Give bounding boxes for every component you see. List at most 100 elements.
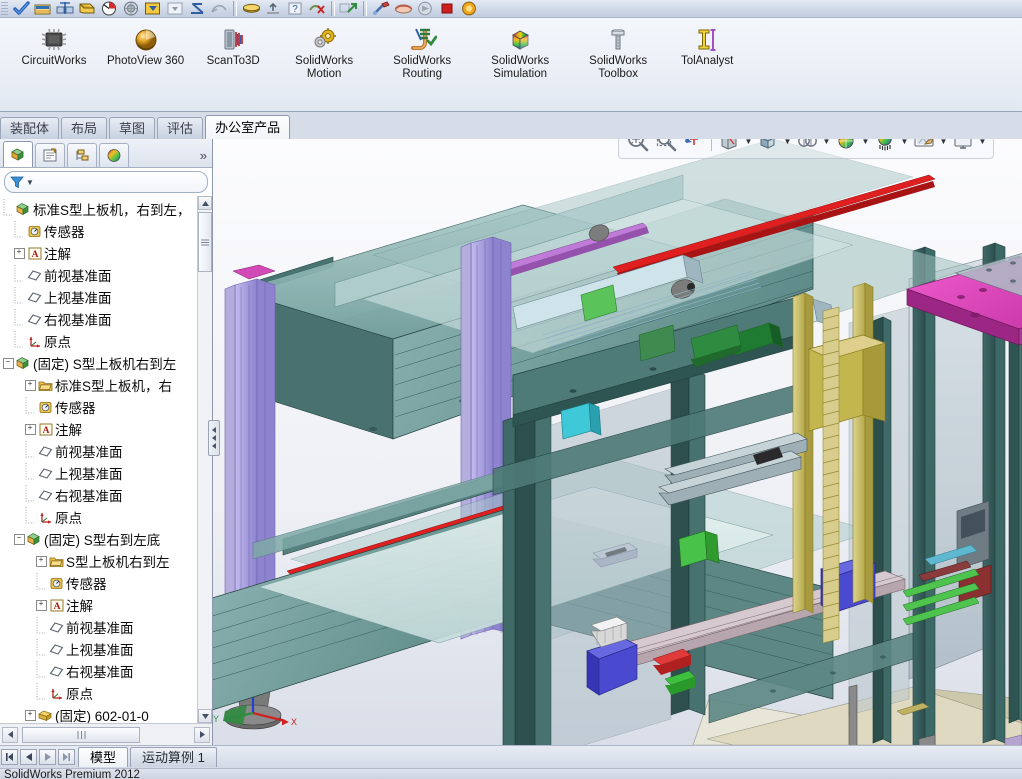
feature-tree-item[interactable]: 上视基准面: [0, 638, 198, 660]
section-view-icon[interactable]: [716, 139, 742, 154]
scene-icon[interactable]: [392, 0, 414, 17]
tab-assembly[interactable]: 装配体: [0, 117, 60, 139]
insert-component-icon[interactable]: [262, 0, 284, 17]
help-icon[interactable]: ?: [284, 0, 306, 17]
tree-hscroll-thumb[interactable]: [22, 726, 140, 743]
feature-tree[interactable]: 标准S型上板机，右到左， 传感器 + A 注解 前视基准面 上视基准面 右视基准面 原点 − (固定…: [0, 196, 198, 723]
tab-model[interactable]: 模型: [78, 747, 129, 767]
appearance-icon[interactable]: [370, 0, 392, 17]
expand-panel-chevron-icon[interactable]: »: [200, 148, 207, 163]
view-orientation-icon[interactable]: [755, 139, 781, 154]
measure-icon[interactable]: [98, 0, 120, 17]
feature-tree-item[interactable]: + A 注解: [0, 594, 198, 616]
first-page-icon[interactable]: [1, 749, 18, 765]
delete-mate-icon[interactable]: [306, 0, 328, 17]
tree-expand-toggle[interactable]: +: [13, 242, 25, 264]
tree-expand-toggle[interactable]: −: [2, 352, 14, 374]
chevron-down-icon[interactable]: ▼: [978, 139, 987, 154]
sketch-line-icon[interactable]: [186, 0, 208, 17]
addin-tolanalyst[interactable]: TolAnalyst: [671, 22, 743, 69]
hide-component-icon[interactable]: [338, 0, 360, 17]
zoom-to-fit-icon[interactable]: [625, 139, 651, 154]
feature-tree-item[interactable]: 前视基准面: [0, 264, 198, 286]
feature-tree-item[interactable]: + S型上板机右到左: [0, 550, 198, 572]
addin-solidworks-routing[interactable]: SolidWorks Routing: [377, 22, 467, 82]
toolbar-grip[interactable]: [1, 1, 8, 16]
collapse-minus-icon[interactable]: −: [13, 533, 25, 545]
addin-solidworks-motion[interactable]: SolidWorks Motion: [279, 22, 369, 82]
expand-plus-icon[interactable]: +: [24, 379, 36, 391]
property-manager-tab[interactable]: [35, 143, 65, 167]
interference-icon[interactable]: [142, 0, 164, 17]
last-page-icon[interactable]: [58, 749, 75, 765]
scroll-down-button[interactable]: [198, 709, 212, 723]
chevron-down-icon[interactable]: ▼: [744, 139, 753, 154]
expand-plus-icon[interactable]: +: [13, 247, 25, 259]
addin-solidworks-toolbox[interactable]: SolidWorks Toolbox: [573, 22, 663, 82]
feature-tree-item[interactable]: 右视基准面: [0, 308, 198, 330]
stop-record-icon[interactable]: [436, 0, 458, 17]
panel-splitter-handle[interactable]: [208, 420, 220, 456]
configuration-manager-tab[interactable]: [67, 143, 97, 167]
addin-photoview360[interactable]: PhotoView 360: [104, 22, 187, 69]
previous-page-icon[interactable]: [20, 749, 37, 765]
graphics-viewport[interactable]: Z X Y: [213, 139, 1022, 745]
chevron-down-icon[interactable]: ▼: [939, 139, 948, 154]
feature-tree-item[interactable]: 右视基准面: [0, 484, 198, 506]
feature-tree-item[interactable]: − (固定) S型右到左底: [0, 528, 198, 550]
hide-show-items-icon[interactable]: [833, 139, 859, 154]
addin-solidworks-simulation[interactable]: SolidWorks Simulation: [475, 22, 565, 82]
expand-plus-icon[interactable]: +: [24, 423, 36, 435]
note-icon[interactable]: [32, 0, 54, 17]
tree-expand-toggle[interactable]: +: [35, 550, 47, 572]
tab-layout[interactable]: 布局: [61, 117, 108, 139]
chevron-down-icon[interactable]: ▼: [861, 139, 870, 154]
tab-office-products[interactable]: 办公室产品: [205, 115, 291, 139]
scroll-up-button[interactable]: [198, 196, 212, 210]
tree-scroll-thumb[interactable]: [198, 212, 212, 272]
scroll-left-button[interactable]: [2, 726, 18, 743]
tree-expand-toggle[interactable]: +: [35, 594, 47, 616]
expand-plus-icon[interactable]: +: [35, 555, 47, 567]
assembly-mate-icon[interactable]: [54, 0, 76, 17]
feature-tree-item[interactable]: + 标准S型上板机，右: [0, 374, 198, 396]
camera-icon[interactable]: [414, 0, 436, 17]
feature-tree-item[interactable]: + (固定) 602-01-0: [0, 704, 198, 723]
tree-vertical-scrollbar[interactable]: [197, 196, 212, 723]
feature-tree-item[interactable]: 传感器: [0, 220, 198, 242]
feature-tree-item[interactable]: 传感器: [0, 396, 198, 418]
tree-expand-toggle[interactable]: +: [24, 374, 36, 396]
tab-motion-study[interactable]: 运动算例 1: [130, 747, 217, 767]
expand-plus-icon[interactable]: +: [35, 599, 47, 611]
expand-plus-icon[interactable]: +: [24, 709, 36, 721]
feature-tree-item[interactable]: 右视基准面: [0, 660, 198, 682]
chevron-down-icon[interactable]: ▼: [822, 139, 831, 154]
view-settings-icon[interactable]: [950, 139, 976, 154]
feature-tree-item[interactable]: 原点: [0, 682, 198, 704]
render-icon[interactable]: [458, 0, 480, 17]
next-page-icon[interactable]: [39, 749, 56, 765]
section-view-icon[interactable]: [76, 0, 98, 17]
chevron-down-icon[interactable]: ▼: [783, 139, 792, 154]
feature-tree-item[interactable]: 上视基准面: [0, 286, 198, 308]
feature-tree-item[interactable]: 前视基准面: [0, 440, 198, 462]
model-canvas[interactable]: Z X Y: [213, 139, 1022, 745]
feature-tree-item[interactable]: 原点: [0, 506, 198, 528]
feature-tree-item[interactable]: 传感器: [0, 572, 198, 594]
tree-expand-toggle[interactable]: −: [13, 528, 25, 550]
chevron-down-icon[interactable]: ▼: [900, 139, 909, 154]
scroll-right-button[interactable]: [194, 726, 210, 743]
zoom-to-area-icon[interactable]: [653, 139, 679, 154]
apply-scene-icon[interactable]: [911, 139, 937, 154]
dropdown-icon[interactable]: [164, 0, 186, 17]
feature-tree-item[interactable]: 原点: [0, 330, 198, 352]
tab-evaluate[interactable]: 评估: [157, 117, 204, 139]
addin-scanto3d[interactable]: ScanTo3D: [195, 22, 271, 69]
collapse-minus-icon[interactable]: −: [2, 357, 14, 369]
tree-expand-toggle[interactable]: +: [24, 704, 36, 723]
feature-tree-item[interactable]: 标准S型上板机，右到左，: [0, 198, 198, 220]
addin-circuitworks[interactable]: CircuitWorks: [12, 22, 96, 69]
rebuild-icon[interactable]: [10, 0, 32, 17]
feature-tree-item[interactable]: + A 注解: [0, 418, 198, 440]
edit-appearance-icon[interactable]: [872, 139, 898, 154]
